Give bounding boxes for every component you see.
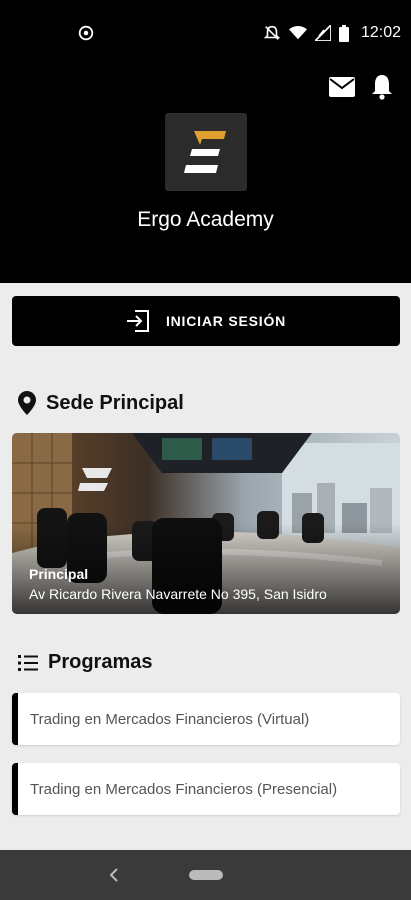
sede-caption: Principal Av Ricardo Rivera Navarrete No… [29,566,327,602]
programas-section-title: Programas [18,651,153,674]
app-title: Ergo Academy [137,208,274,231]
sede-name: Principal [29,566,89,582]
status-time: 12:02 [360,24,401,41]
mail-icon[interactable] [329,77,355,97]
ergo-logo [165,113,247,191]
sede-section-label: Sede Principal [46,391,184,414]
sync-icon [78,25,94,41]
home-pill[interactable] [189,870,223,880]
sede-card[interactable]: Principal Av Ricardo Rivera Navarrete No… [12,433,400,614]
program-item[interactable]: Trading en Mercados Financieros (Presenc… [12,763,400,815]
program-item[interactable]: Trading en Mercados Financieros (Virtual… [12,693,400,745]
login-icon [126,310,149,332]
sede-section-title: Sede Principal [18,391,184,415]
status-bar: 12:02 [0,0,411,68]
bell-icon[interactable] [371,74,393,100]
program-label: Trading en Mercados Financieros (Presenc… [30,780,338,798]
battery-icon [338,24,349,42]
program-label: Trading en Mercados Financieros (Virtual… [30,710,310,728]
signal-icon [314,25,331,41]
wifi-icon [288,26,307,40]
system-nav-bar [0,850,411,900]
login-label: INICIAR SESIÓN [165,313,287,329]
notifications-off-icon [263,25,281,40]
location-pin-icon [18,391,36,415]
list-icon [18,654,38,671]
sede-address: Av Ricardo Rivera Navarrete No 395, San … [29,586,327,602]
app-header: Ergo Academy [0,68,411,283]
back-icon[interactable] [108,865,120,885]
login-button[interactable]: INICIAR SESIÓN [12,296,400,346]
programas-section-label: Programas [48,651,153,673]
